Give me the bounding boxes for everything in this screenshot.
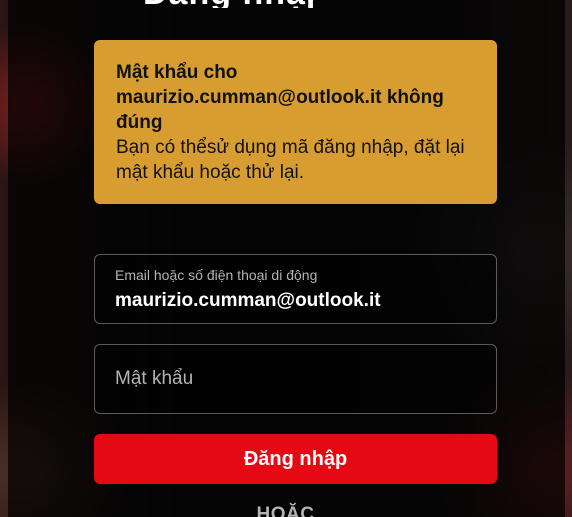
email-field-label: Email hoặc số điện thoại di động xyxy=(115,267,318,283)
login-panel: Đăng nhập Mật khẩu cho maurizio.cumman@o… xyxy=(8,0,565,517)
email-field-value[interactable]: maurizio.cumman@outlook.it xyxy=(115,289,381,313)
password-error-alert: Mật khẩu cho maurizio.cumman@outlook.it … xyxy=(94,40,497,204)
alert-body: Bạn có thểsử dụng mã đăng nhập, đặt lại … xyxy=(116,137,465,183)
alert-title: Mật khẩu cho maurizio.cumman@outlook.it … xyxy=(116,62,444,133)
login-page: Đăng nhập Mật khẩu cho maurizio.cumman@o… xyxy=(0,0,572,517)
password-input[interactable] xyxy=(115,345,475,413)
page-title: Đăng nhập xyxy=(143,0,313,8)
email-field[interactable]: Email hoặc số điện thoại di động maurizi… xyxy=(94,254,497,324)
or-divider-label: HOẶC xyxy=(256,504,315,517)
sign-in-button[interactable]: Đăng nhập xyxy=(94,434,497,484)
password-field[interactable] xyxy=(94,344,497,414)
